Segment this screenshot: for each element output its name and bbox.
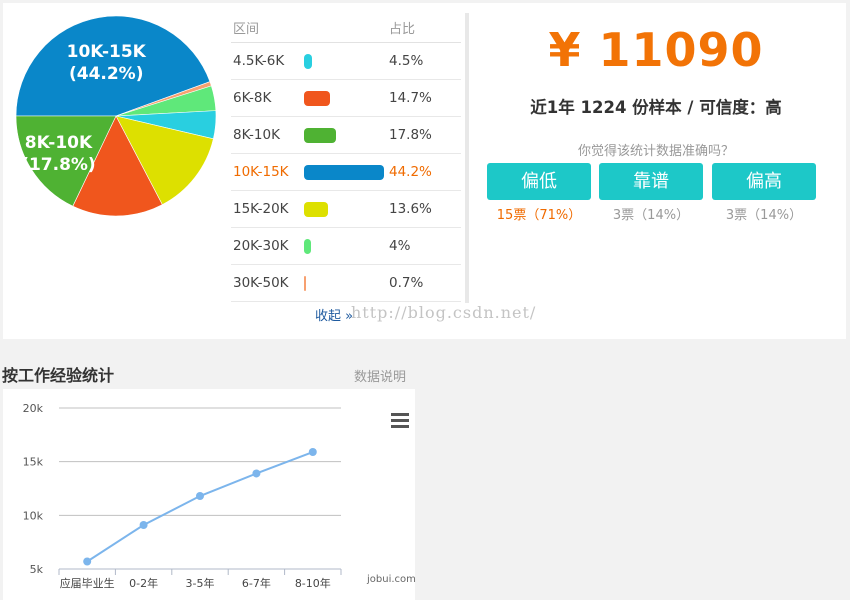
range-label: 4.5K-6K xyxy=(233,53,285,69)
pie-label: (44.2%) xyxy=(69,64,144,84)
table-row: 6K-8K 14.7% xyxy=(231,80,461,117)
ratio-bar xyxy=(304,91,331,106)
x-tick-label: 6-7年 xyxy=(242,576,271,590)
vote-low-button[interactable]: 偏低 xyxy=(487,163,591,200)
x-tick-label: 8-10年 xyxy=(295,576,331,590)
range-label: 8K-10K xyxy=(233,127,280,143)
ratio-column-header: 占比 xyxy=(389,22,416,37)
salary-distribution-table: 区间 占比 4.5K-6K 4.5% 6K-8K 14.7% 8K-10K 17.8% 10… xyxy=(231,7,461,302)
ratio-bar xyxy=(304,239,312,254)
ratio-value: 4% xyxy=(389,238,411,254)
range-column-header: 区间 xyxy=(233,22,260,37)
ratio-bar xyxy=(304,202,329,217)
range-label: 15K-20K xyxy=(233,201,289,217)
ratio-bar xyxy=(304,128,337,143)
pie-label: 10K-15K xyxy=(67,42,147,62)
x-tick-label: 0-2年 xyxy=(129,576,158,590)
data-point xyxy=(83,557,92,566)
ratio-bar xyxy=(304,165,384,180)
range-label: 20K-30K xyxy=(233,238,289,254)
salary-pie-chart: 10K-15K(44.2%) 8K-10K(17.8%) xyxy=(15,15,217,217)
table-row: 20K-30K 4% xyxy=(231,228,461,265)
series-line xyxy=(86,451,314,563)
vote-accurate-button[interactable]: 靠谱 xyxy=(599,163,703,200)
range-label: 30K-50K xyxy=(233,275,289,291)
chart-credit: jobui.com xyxy=(367,574,416,585)
experience-line-chart: 5k 10k 15k 20k 应届毕业生 0-2年 3-5年 6-7年 8-10年 xyxy=(23,402,342,590)
vote-low-count: 15票（71%） xyxy=(496,208,582,223)
data-point xyxy=(252,469,261,478)
divider xyxy=(465,13,469,303)
range-label: 10K-15K xyxy=(233,164,289,180)
vote-high-count: 3票（14%） xyxy=(725,208,803,223)
hamburger-menu-icon[interactable] xyxy=(391,413,409,429)
ratio-bar xyxy=(304,276,306,291)
ratio-value: 14.7% xyxy=(389,90,432,106)
average-salary: ¥ 11090 xyxy=(548,23,764,77)
table-row: 10K-15K 44.2% xyxy=(231,154,461,191)
table-header: 区间 占比 xyxy=(231,7,461,43)
ratio-value: 44.2% xyxy=(389,164,432,180)
ratio-bar xyxy=(304,54,313,69)
experience-section-title: 按工作经验统计 xyxy=(2,366,115,385)
table-body: 4.5K-6K 4.5% 6K-8K 14.7% 8K-10K 17.8% 10K-15K 4… xyxy=(231,43,461,302)
sample-summary: 近1年 1224 份样本 / 可信度：高 xyxy=(530,98,782,117)
ratio-value: 0.7% xyxy=(389,275,424,291)
ratio-value: 17.8% xyxy=(389,127,432,143)
ratio-value: 13.6% xyxy=(389,201,432,217)
experience-chart-panel: 5k 10k 15k 20k 应届毕业生 0-2年 3-5年 6-7年 8-10年 jobui.… xyxy=(3,389,416,600)
y-tick-label: 15k xyxy=(23,456,44,469)
y-tick-label: 5k xyxy=(30,563,44,576)
data-note-link[interactable]: 数据说明 xyxy=(354,366,406,385)
table-row: 8K-10K 17.8% xyxy=(231,117,461,154)
vote-accurate-count: 3票（14%） xyxy=(612,208,690,223)
table-row: 30K-50K 0.7% xyxy=(231,265,461,302)
x-tick-label: 应届毕业生 xyxy=(60,576,115,590)
ratio-value: 4.5% xyxy=(389,53,424,69)
salary-panel: 10K-15K (44.2%) 8K-10K (17.8%) 区间 占比 4.5K-6… xyxy=(3,3,846,339)
watermark: http://blog.csdn.net/ xyxy=(351,303,537,322)
pie-label: (17.8%) xyxy=(21,155,96,175)
range-label: 6K-8K xyxy=(233,90,272,106)
data-point xyxy=(139,520,148,529)
data-point xyxy=(308,448,317,457)
table-row: 4.5K-6K 4.5% xyxy=(231,43,461,80)
y-tick-label: 10k xyxy=(23,509,44,522)
collapse-link[interactable]: 收起 » xyxy=(315,305,353,324)
data-point xyxy=(196,492,204,501)
vote-high-button[interactable]: 偏高 xyxy=(712,163,816,200)
x-tick-label: 3-5年 xyxy=(186,576,215,590)
accuracy-question: 你觉得该统计数据准确吗？ xyxy=(577,144,734,159)
table-row: 15K-20K 13.6% xyxy=(231,191,461,228)
y-tick-label: 20k xyxy=(23,402,44,415)
pie-label: 8K-10K xyxy=(25,133,93,153)
